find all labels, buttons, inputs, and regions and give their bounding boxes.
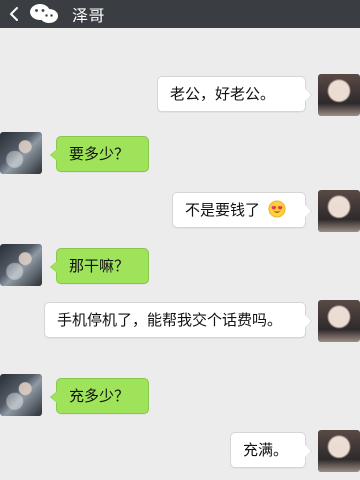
chat-screen: 泽哥 老公，好老公。 要多少？ 不是要钱了 那干嘛？ 手机停机了，能帮我交个话费… <box>0 0 360 480</box>
message-bubble[interactable]: 那干嘛？ <box>50 248 149 284</box>
message-text: 老公，好老公。 <box>170 85 276 103</box>
message-5: 手机停机了，能帮我交个话费吗。 <box>0 298 360 366</box>
message-text: 手机停机了，能帮我交个话费吗。 <box>57 311 283 329</box>
avatar-image <box>0 244 42 286</box>
message-bubble[interactable]: 充满。 <box>230 432 312 468</box>
wechat-icon <box>28 2 60 26</box>
message-text: 不是要钱了 <box>185 201 261 219</box>
avatar-image <box>318 190 360 232</box>
chevron-left-icon <box>10 7 18 21</box>
message-bubble[interactable]: 手机停机了，能帮我交个话费吗。 <box>44 302 312 338</box>
message-3: 不是要钱了 <box>0 188 360 240</box>
message-7: 充满。 <box>0 428 360 480</box>
chat-title[interactable]: 泽哥 <box>72 2 105 26</box>
avatar-left-6[interactable] <box>0 374 42 416</box>
message-4: 那干嘛？ <box>0 244 360 296</box>
message-bubble[interactable]: 老公，好老公。 <box>157 76 312 112</box>
message-text: 要多少？ <box>69 145 130 163</box>
avatar-right-7[interactable] <box>318 430 360 472</box>
avatar-left-2[interactable] <box>0 132 42 174</box>
message-bubble[interactable]: 充多少？ <box>50 378 149 414</box>
wechat-icon-svg <box>30 4 58 23</box>
avatar-image <box>318 430 360 472</box>
avatar-image <box>318 300 360 342</box>
message-bubble[interactable]: 不是要钱了 <box>172 192 312 228</box>
message-text: 那干嘛？ <box>69 257 130 275</box>
avatar-right-1[interactable] <box>318 74 360 116</box>
avatar-image <box>318 74 360 116</box>
message-1: 老公，好老公。 <box>0 70 360 122</box>
avatar-image <box>0 374 42 416</box>
avatar-left-4[interactable] <box>0 244 42 286</box>
message-text: 充满。 <box>243 441 289 459</box>
message-2: 要多少？ <box>0 132 360 184</box>
message-bubble[interactable]: 要多少？ <box>50 136 149 172</box>
avatar-right-5[interactable] <box>318 300 360 342</box>
message-6: 充多少？ <box>0 374 360 426</box>
avatar-right-3[interactable] <box>318 190 360 232</box>
chat-header: 泽哥 <box>0 0 360 28</box>
avatar-image <box>0 132 42 174</box>
heart-eyes-emoji <box>268 200 286 218</box>
back-button[interactable] <box>6 4 22 24</box>
message-text: 充多少？ <box>69 387 130 405</box>
